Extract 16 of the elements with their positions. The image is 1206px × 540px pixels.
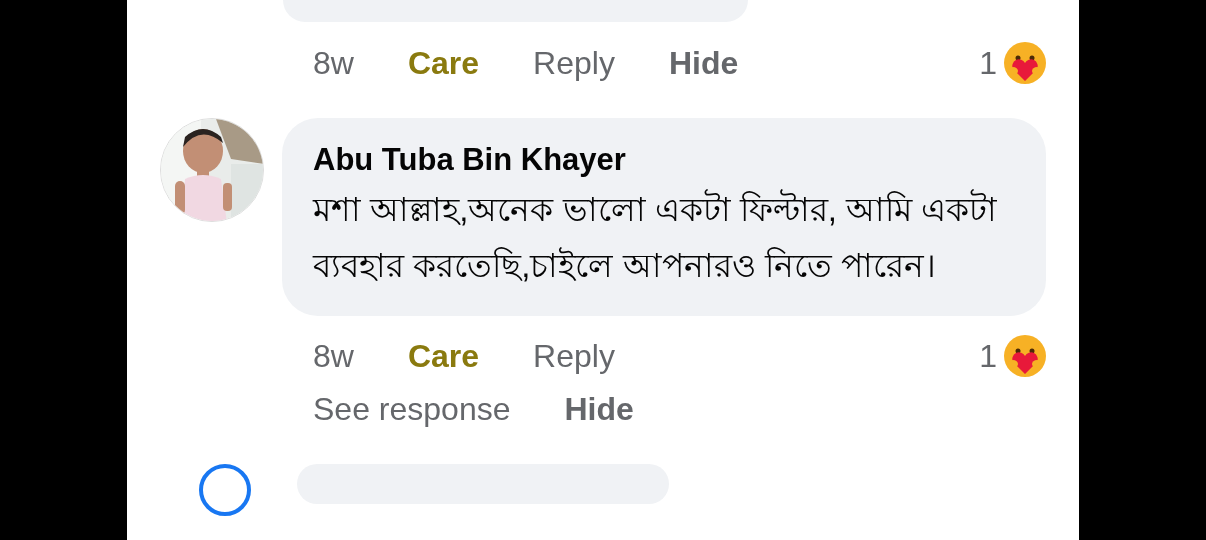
care-emoji-icon: [1003, 334, 1047, 379]
see-response-link[interactable]: See response: [313, 393, 511, 426]
time-label: 8w: [313, 47, 354, 79]
care-reaction-link[interactable]: Care: [407, 47, 480, 79]
hide-link[interactable]: Hide: [668, 47, 739, 79]
avatar-ring: [199, 464, 251, 517]
reaction-count: 1: [979, 44, 997, 83]
care-reaction-link[interactable]: Care: [407, 340, 480, 373]
time-label: 8w: [313, 340, 354, 373]
author-name[interactable]: Abu Tuba Bin Khayer: [313, 140, 1016, 181]
hide-link[interactable]: Hide: [564, 393, 634, 426]
reaction-count: 1: [979, 337, 997, 377]
reply-link[interactable]: Reply: [533, 47, 615, 79]
care-emoji-icon: [1003, 41, 1047, 85]
comment-text: মশা আল্লাহ,অনেক ভালো একটা ফিল্টার, আমি একটা ব্যবহার করতেছি,চাইলে আপনারও নিতে পারেন।: [313, 188, 999, 287]
reply-link[interactable]: Reply: [533, 340, 615, 373]
